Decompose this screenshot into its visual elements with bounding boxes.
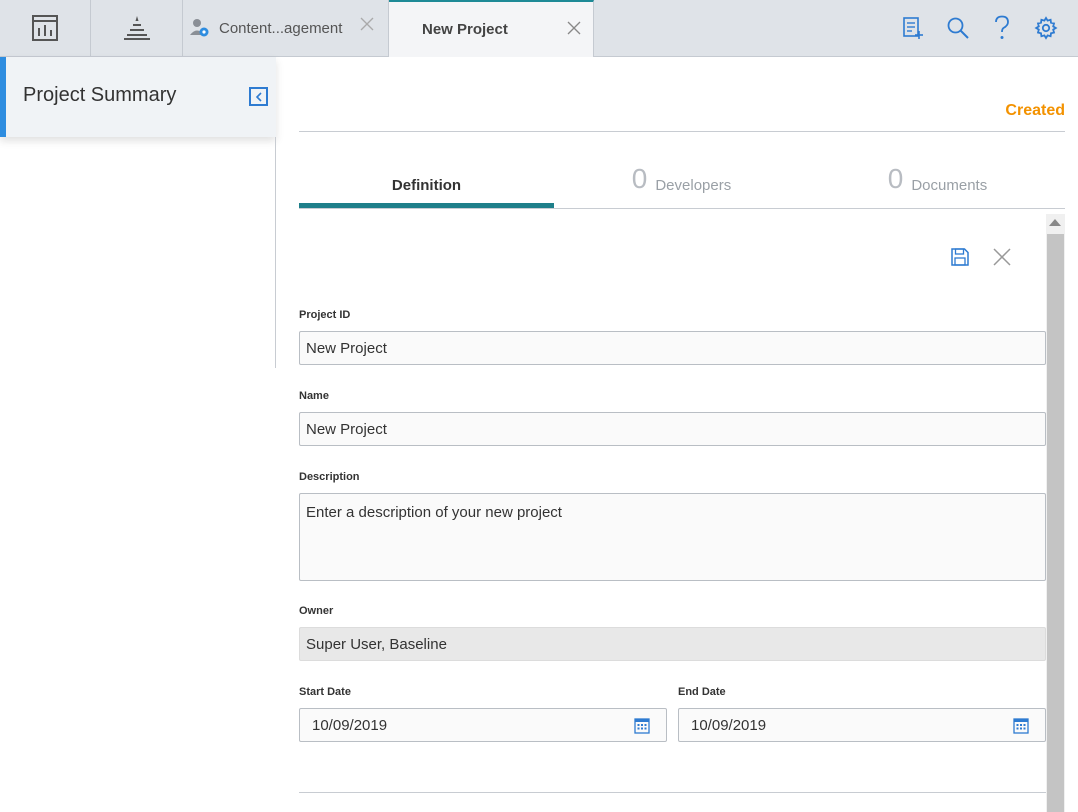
help-button[interactable] [986,12,1018,44]
sidebar-header: Project Summary [0,57,276,137]
start-date-field[interactable]: 10/09/2019 [299,708,667,742]
add-report-button[interactable] [897,12,929,44]
status-badge: Created [1005,102,1065,119]
cancel-button[interactable] [990,245,1014,269]
project-id-field[interactable]: New Project [299,331,1046,365]
add-report-icon [903,17,923,39]
sidebar-title: Project Summary [23,84,177,106]
close-icon[interactable] [567,21,581,35]
search-button[interactable] [942,12,974,44]
pyramid-icon [123,16,150,40]
search-icon [947,17,969,39]
owner-label: Owner [299,605,334,617]
name-field[interactable]: New Project [299,412,1046,446]
owner-field: Super User, Baseline [299,627,1046,661]
dashboard-icon [32,15,58,41]
help-icon [995,15,1009,39]
user-gear-icon [190,19,209,37]
tab-count: 0 [631,163,648,194]
dashboard-tab[interactable] [0,0,91,56]
top-tab-bar: Content...agement New Project [0,0,1078,57]
divider [299,792,1046,793]
settings-button[interactable] [1030,12,1062,44]
divider [299,208,1065,209]
sidebar-divider [275,137,276,368]
save-button[interactable] [948,245,972,269]
tab-count: 0 [887,163,904,194]
start-date-value: 10/09/2019 [312,717,388,734]
description-label: Description [299,471,360,483]
project-id-label: Project ID [299,309,351,321]
tab-definition[interactable]: Definition [299,150,554,208]
close-icon [993,248,1011,266]
tab-new-project[interactable]: New Project [389,0,594,57]
end-date-value: 10/09/2019 [691,717,767,734]
gear-icon [1034,16,1058,40]
tab-label: New Project [422,21,508,38]
tab-label: Definition [391,176,462,194]
divider [299,131,1065,132]
scrollbar-thumb[interactable] [1047,234,1064,812]
calendar-icon[interactable] [1013,717,1029,734]
description-field[interactable]: Enter a description of your new project [299,493,1046,581]
scroll-up-arrow-icon[interactable] [1049,219,1061,226]
tab-content-management[interactable]: Content...agement [183,0,389,56]
close-icon[interactable] [360,17,374,31]
save-icon [951,248,969,266]
collapse-left-icon [255,91,262,102]
tab-documents[interactable]: 0 Documents [810,150,1065,208]
tab-label: Content...agement [219,19,343,37]
start-date-label: Start Date [299,686,351,698]
tab-developers[interactable]: 0 Developers [554,150,809,208]
tab-label: Developers [655,176,732,194]
end-date-field[interactable]: 10/09/2019 [678,708,1046,742]
pyramid-tab[interactable] [91,0,183,56]
calendar-icon[interactable] [634,717,650,734]
name-label: Name [299,390,329,402]
tab-label: Documents [911,176,988,194]
collapse-sidebar-button[interactable] [249,87,268,106]
end-date-label: End Date [678,686,726,698]
